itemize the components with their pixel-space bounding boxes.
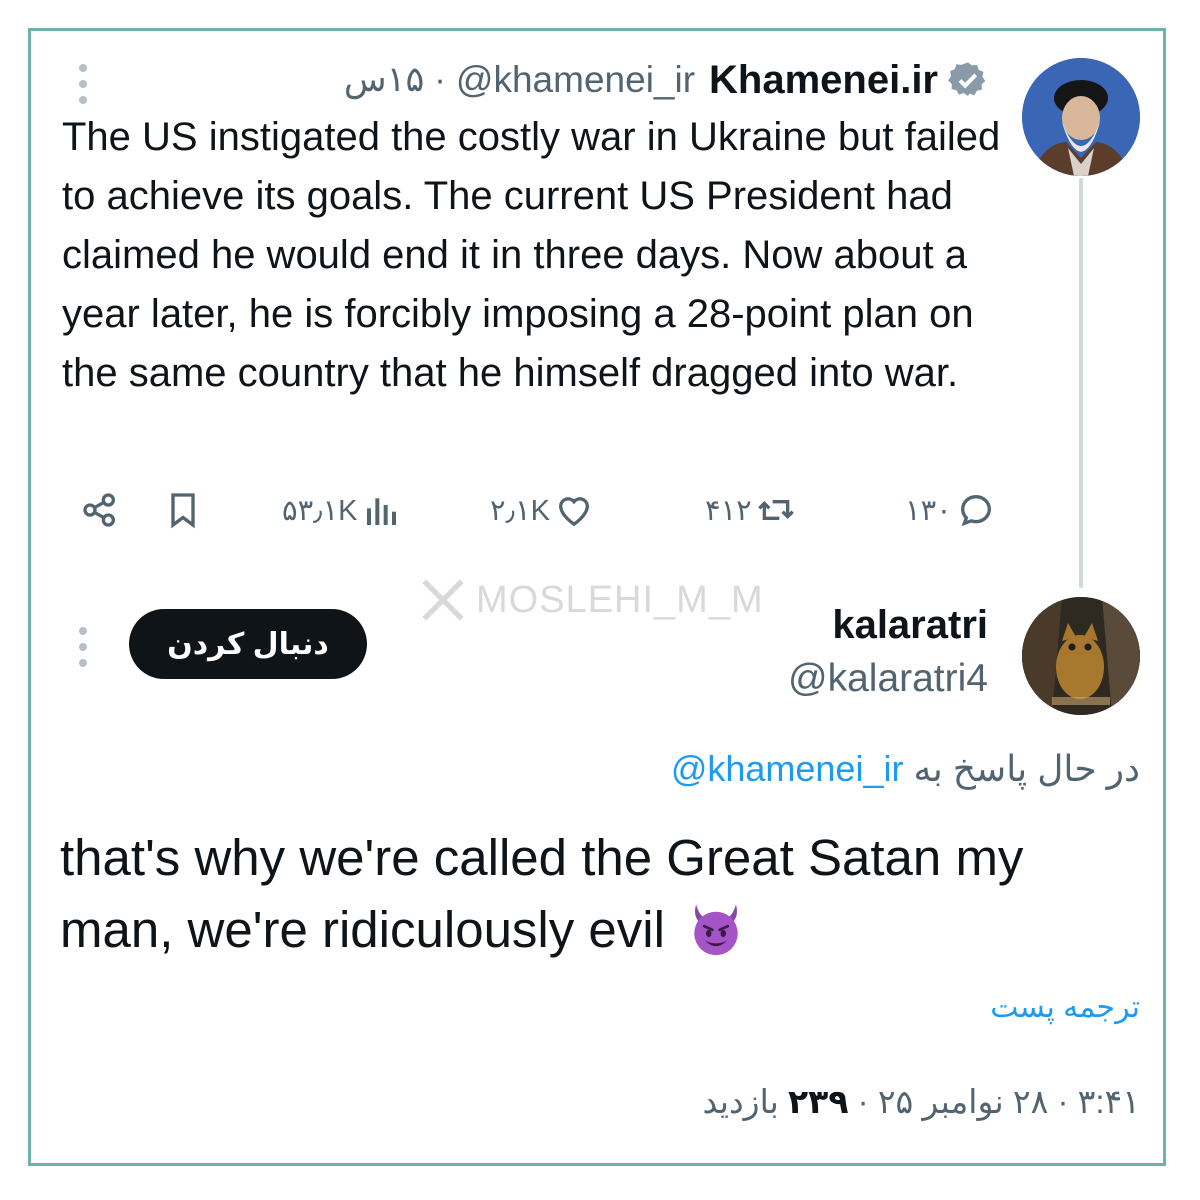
reply-meta: ۳:۴۱ · ۲۸ نوامبر ۲۵ · ۲۳۹ بازدید <box>702 1082 1140 1121</box>
tweet-text: The US instigated the costly war in Ukra… <box>62 115 1001 395</box>
thread-connector-line <box>1079 178 1083 588</box>
verified-badge-icon <box>948 62 986 97</box>
watermark-text: MOSLEHI_M_M <box>476 578 764 621</box>
likes-count: ۲٫۱K <box>490 494 550 527</box>
reply-views-label: بازدید <box>702 1083 779 1120</box>
bookmark-icon <box>171 493 195 529</box>
reply-date[interactable]: ۲۸ نوامبر ۲۵ <box>878 1083 1049 1120</box>
meta-separator-2: · <box>857 1083 869 1120</box>
smiling-devil-emoji-icon <box>694 904 738 956</box>
header-separator: · <box>434 60 446 99</box>
repost-icon <box>757 500 794 520</box>
views-stat[interactable]: ۵۳٫۱K <box>282 488 402 532</box>
reply-more-icon[interactable] <box>79 627 87 667</box>
meta-separator-1: · <box>1057 1083 1069 1120</box>
share-button[interactable] <box>80 488 120 532</box>
reply-text-block: that's why we're called the Great Satan … <box>60 822 1140 966</box>
reply-button[interactable]: ۱۳۰ <box>905 488 996 532</box>
like-button[interactable]: ۲٫۱K <box>490 488 594 532</box>
reposts-count: ۴۱۲ <box>705 494 752 527</box>
replying-to-mention[interactable]: @khamenei_ir <box>671 748 904 789</box>
bookmark-button[interactable] <box>163 488 203 532</box>
reply-author-name[interactable]: kalaratri <box>832 603 988 648</box>
follow-button[interactable]: دنبال کردن <box>129 609 367 679</box>
analytics-icon <box>366 498 396 525</box>
khamenei-avatar[interactable] <box>1022 58 1140 176</box>
translate-post-link[interactable]: ترجمه پست <box>990 990 1140 1025</box>
tweet-author-name[interactable]: Khamenei.ir <box>709 58 938 103</box>
tweet-time[interactable]: ۱۵س <box>344 60 424 100</box>
reply-author-handle[interactable]: @kalaratri4 <box>788 657 988 701</box>
tweet-author-handle[interactable]: @khamenei_ir <box>456 59 695 101</box>
kalaratri-avatar[interactable] <box>1022 597 1140 715</box>
repost-button[interactable]: ۴۱۲ <box>705 488 796 532</box>
reply-text: that's why we're called the Great Satan … <box>60 829 1024 958</box>
replying-to-line: در حال پاسخ به @khamenei_ir <box>671 748 1140 790</box>
reply-time[interactable]: ۳:۴۱ <box>1078 1083 1140 1120</box>
share-icon <box>83 493 116 527</box>
tweet-header: ۱۵س · @khamenei_ir Khamenei.ir <box>344 56 988 104</box>
tweet-more-icon[interactable] <box>79 64 87 104</box>
replying-to-prefix: در حال پاسخ به <box>913 748 1140 789</box>
replies-count: ۱۳۰ <box>905 494 952 527</box>
watermark: MOSLEHI_M_M <box>418 572 764 628</box>
x-logo-icon <box>422 579 464 621</box>
comment-icon <box>960 494 991 527</box>
heart-icon <box>558 497 589 527</box>
views-count: ۵۳٫۱K <box>282 494 358 527</box>
reply-views-count: ۲۳۹ <box>788 1083 849 1120</box>
